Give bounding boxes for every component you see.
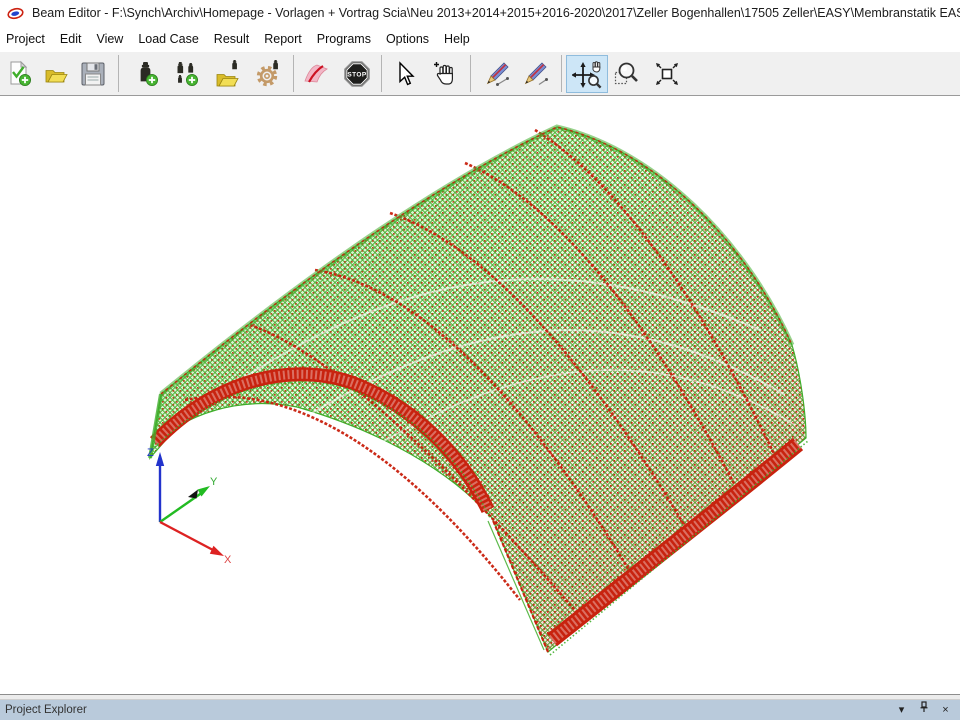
menu-edit[interactable]: Edit — [54, 28, 88, 50]
toolbar-separator — [118, 55, 119, 92]
select-tool-button[interactable] — [386, 56, 422, 92]
rotation-marker — [188, 490, 198, 499]
load-settings-gear-icon — [255, 60, 283, 88]
stop-button[interactable]: STOP — [339, 56, 375, 92]
menu-bar: Project Edit View Load Case Result Repor… — [0, 26, 960, 52]
stop-label: STOP — [347, 72, 366, 79]
menu-options[interactable]: Options — [380, 28, 435, 50]
new-project-button[interactable] — [2, 56, 38, 92]
zoom-window-icon — [613, 60, 641, 88]
toolbar-separator — [561, 55, 562, 92]
toolbar-separator — [293, 55, 294, 92]
main-toolbar: STOP — [0, 52, 960, 96]
open-project-icon — [42, 60, 70, 88]
menu-help[interactable]: Help — [438, 28, 476, 50]
menu-result[interactable]: Result — [208, 28, 255, 50]
draw-line-button[interactable] — [480, 56, 516, 92]
menu-report[interactable]: Report — [258, 28, 308, 50]
zoom-window-button[interactable] — [609, 56, 645, 92]
open-load-case-icon — [215, 60, 243, 88]
model-viewport[interactable]: Z Y X — [0, 96, 960, 694]
save-project-button[interactable] — [75, 56, 111, 92]
axis-x-label: X — [224, 554, 232, 566]
beam-editor-window: Beam Editor - F:\Synch\Archiv\Homepage -… — [0, 0, 960, 720]
membrane-button[interactable] — [298, 56, 334, 92]
app-logo-icon — [7, 7, 24, 20]
menu-load-case[interactable]: Load Case — [132, 28, 204, 50]
title-bar: Beam Editor - F:\Synch\Archiv\Homepage -… — [0, 0, 960, 26]
draw-line-icon — [484, 60, 512, 88]
axis-z-label: Z — [147, 447, 154, 459]
add-load-case-button[interactable] — [129, 56, 165, 92]
select-cursor-icon — [390, 60, 418, 88]
draw-polyline-icon — [522, 60, 550, 88]
project-explorer-header: Project Explorer ▾ × — [0, 700, 960, 720]
load-settings-button[interactable] — [251, 56, 287, 92]
pan-zoom-mode-icon — [572, 59, 602, 89]
axis-y-label: Y — [210, 476, 218, 488]
draw-polyline-button[interactable] — [518, 56, 554, 92]
menu-project[interactable]: Project — [0, 28, 51, 50]
membrane-mesh-canvas: Z Y X — [0, 96, 960, 694]
toolbar-separator — [470, 55, 471, 92]
stop-icon: STOP — [343, 60, 371, 88]
add-load-case-icon — [133, 60, 161, 88]
menu-view[interactable]: View — [90, 28, 129, 50]
open-project-button[interactable] — [38, 56, 74, 92]
membrane-patch-icon — [302, 60, 330, 88]
panel-dropdown-icon[interactable]: ▾ — [895, 700, 908, 720]
panel-close-icon[interactable]: × — [939, 700, 952, 720]
add-load-cases-icon — [173, 60, 201, 88]
save-project-icon — [79, 60, 107, 88]
add-load-cases-button[interactable] — [169, 56, 205, 92]
pan-hand-icon — [431, 60, 459, 88]
panel-pin-icon[interactable] — [917, 700, 930, 720]
coordinate-axes: Z Y X — [147, 447, 232, 566]
menu-programs[interactable]: Programs — [311, 28, 377, 50]
zoom-extents-icon — [653, 60, 681, 88]
new-project-icon — [6, 60, 34, 88]
open-load-case-button[interactable] — [211, 56, 247, 92]
project-explorer-title: Project Explorer — [5, 704, 886, 716]
window-title: Beam Editor - F:\Synch\Archiv\Homepage -… — [32, 6, 960, 20]
pan-zoom-mode-button[interactable] — [566, 55, 608, 93]
pan-tool-button[interactable] — [427, 56, 463, 92]
toolbar-separator — [381, 55, 382, 92]
zoom-extents-button[interactable] — [649, 56, 685, 92]
